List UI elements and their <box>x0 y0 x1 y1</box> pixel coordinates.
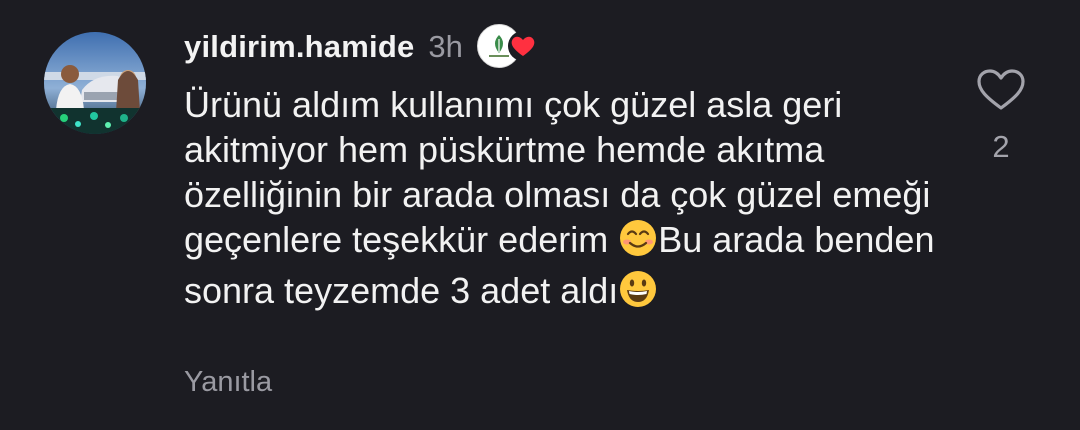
like-count: 2 <box>992 129 1010 164</box>
username[interactable]: yildirim.hamide <box>184 29 414 65</box>
user-avatar[interactable] <box>44 32 146 134</box>
grinning-face-emoji-icon <box>618 269 658 319</box>
comment-text: Ürünü aldım kullanımı çok güzel asla ger… <box>184 82 944 319</box>
comment-time: 3h <box>428 29 463 64</box>
reply-button[interactable]: Yanıtla <box>184 366 272 399</box>
smiling-face-emoji-icon <box>618 218 658 268</box>
red-heart-icon <box>507 30 539 62</box>
like-section: 2 <box>972 68 1030 165</box>
heart-outline-icon <box>977 69 1025 110</box>
like-button[interactable] <box>972 68 1030 117</box>
avatar-photo <box>44 32 146 134</box>
creator-liked-badge <box>476 24 541 70</box>
comment-header: yildirim.hamide 3h <box>184 24 541 70</box>
